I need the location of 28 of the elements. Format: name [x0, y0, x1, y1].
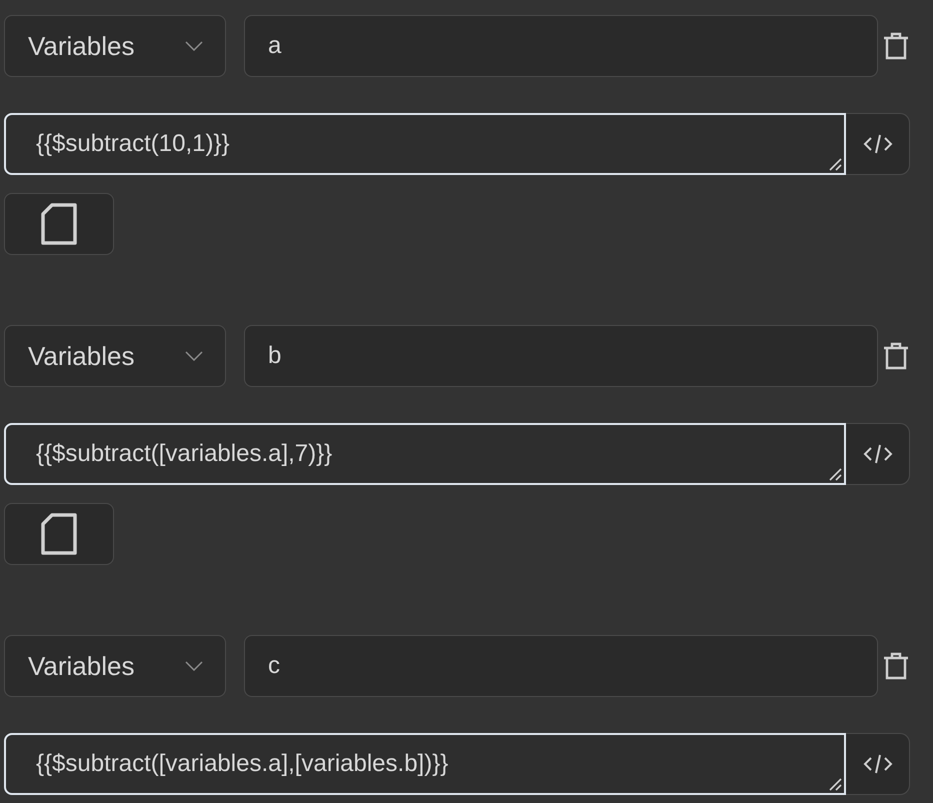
trash-icon[interactable] [883, 652, 909, 680]
code-button[interactable] [846, 423, 910, 485]
expression-field[interactable]: {{$subtract([variables.a],7)}} [4, 423, 846, 485]
resize-handle-icon[interactable] [828, 157, 842, 171]
name-field[interactable]: a [244, 15, 878, 77]
source-dropdown[interactable]: Variables [4, 325, 226, 387]
code-button[interactable] [846, 113, 910, 175]
trash-icon[interactable] [883, 32, 909, 60]
document-button[interactable] [4, 193, 114, 255]
code-icon [862, 753, 892, 775]
expression-field[interactable]: {{$subtract([variables.a],[variables.b])}} [4, 733, 846, 795]
chevron-down-icon [185, 351, 203, 361]
document-icon [41, 513, 77, 555]
document-button[interactable] [4, 503, 114, 565]
source-dropdown[interactable]: Variables [4, 15, 226, 77]
trash-icon[interactable] [883, 342, 909, 370]
document-icon [41, 203, 77, 245]
code-icon [862, 443, 892, 465]
chevron-down-icon [185, 41, 203, 51]
code-icon [862, 133, 892, 155]
resize-handle-icon[interactable] [828, 467, 842, 481]
code-button[interactable] [846, 733, 910, 795]
resize-handle-icon[interactable] [828, 777, 842, 791]
source-dropdown[interactable]: Variables [4, 635, 226, 697]
name-field[interactable]: b [244, 325, 878, 387]
expression-field[interactable]: {{$subtract(10,1)}} [4, 113, 846, 175]
name-field[interactable]: c [244, 635, 878, 697]
chevron-down-icon [185, 661, 203, 671]
